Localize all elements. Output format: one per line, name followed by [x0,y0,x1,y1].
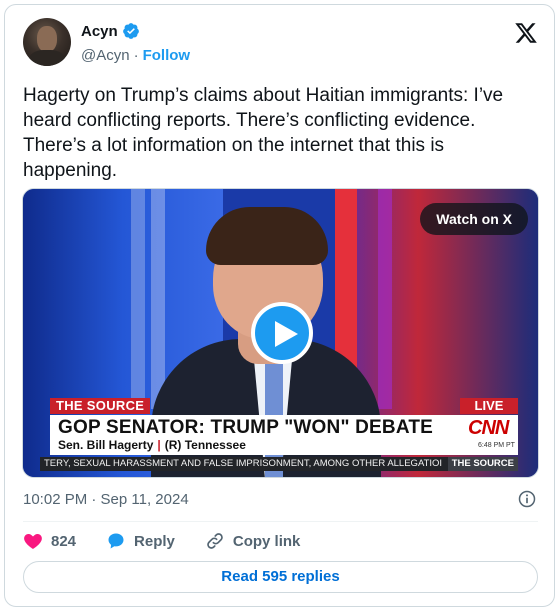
reply-bubble-icon [108,533,124,549]
author-handle-row: @Acyn · Follow [81,47,190,64]
author-name[interactable]: Acyn [81,23,118,40]
read-replies-button[interactable]: Read 595 replies [23,561,538,593]
network-box: CNN 6:48 PM PT [460,415,518,455]
copy-link-label: Copy link [232,532,301,550]
news-ticker: TERY, SEXUAL HARASSMENT AND FALSE IMPRIS… [40,457,518,471]
speaker-hair [206,207,328,265]
guest-separator: | [157,438,161,452]
follow-button[interactable]: Follow [143,47,191,64]
heart-icon [24,533,42,549]
guest-party: (R) Tennessee [164,438,246,452]
info-icon[interactable] [517,489,537,509]
chyron-guest: Sen. Bill Hagerty | (R) Tennessee [58,438,246,452]
tweet-text: Hagerty on Trump’s claims about Haitian … [23,85,504,181]
author-handle[interactable]: @Acyn [81,47,130,64]
lower-third: GOP SENATOR: TRUMP "WON" DEBATE Sen. Bil… [50,415,460,455]
link-icon [207,533,223,549]
play-button[interactable] [251,302,313,364]
backdrop-stripe [151,189,165,409]
tweet-card: Acyn @Acyn · Follow Hagerty on Trump’s c… [4,4,555,607]
author-name-row: Acyn [81,22,140,40]
chyron-headline: GOP SENATOR: TRUMP "WON" DEBATE [58,417,434,438]
avatar[interactable] [23,18,71,66]
reply-label: Reply [134,532,175,550]
tweet-timestamp[interactable]: 10:02 PM · Sep 11, 2024 [23,491,189,508]
action-bar: 824 Reply Copy link [23,530,330,552]
show-label: THE SOURCE [50,398,151,414]
live-badge: LIVE [460,398,518,414]
like-count: 824 [51,532,77,550]
copy-link-button[interactable]: Copy link [205,531,301,551]
verified-badge-icon [122,23,139,39]
x-logo-icon[interactable] [514,21,538,45]
reply-button[interactable]: Reply [106,531,175,551]
play-icon [275,321,298,347]
ticker-tag: THE SOURCE [447,457,518,471]
ticker-text: TERY, SEXUAL HARASSMENT AND FALSE IMPRIS… [44,458,443,469]
watch-on-x-button[interactable]: Watch on X [420,203,528,235]
separator-dot: · [133,47,139,64]
guest-name: Sen. Bill Hagerty [58,438,154,452]
backdrop-stripe [378,189,392,409]
cnn-logo: CNN [468,417,509,439]
divider [23,521,538,522]
broadcast-time: 6:48 PM PT [478,442,515,449]
like-button[interactable]: 824 [23,531,76,551]
video-player[interactable]: Watch on X THE SOURCE LIVE GOP SENATOR: … [22,188,539,478]
backdrop-stripe [131,189,145,409]
